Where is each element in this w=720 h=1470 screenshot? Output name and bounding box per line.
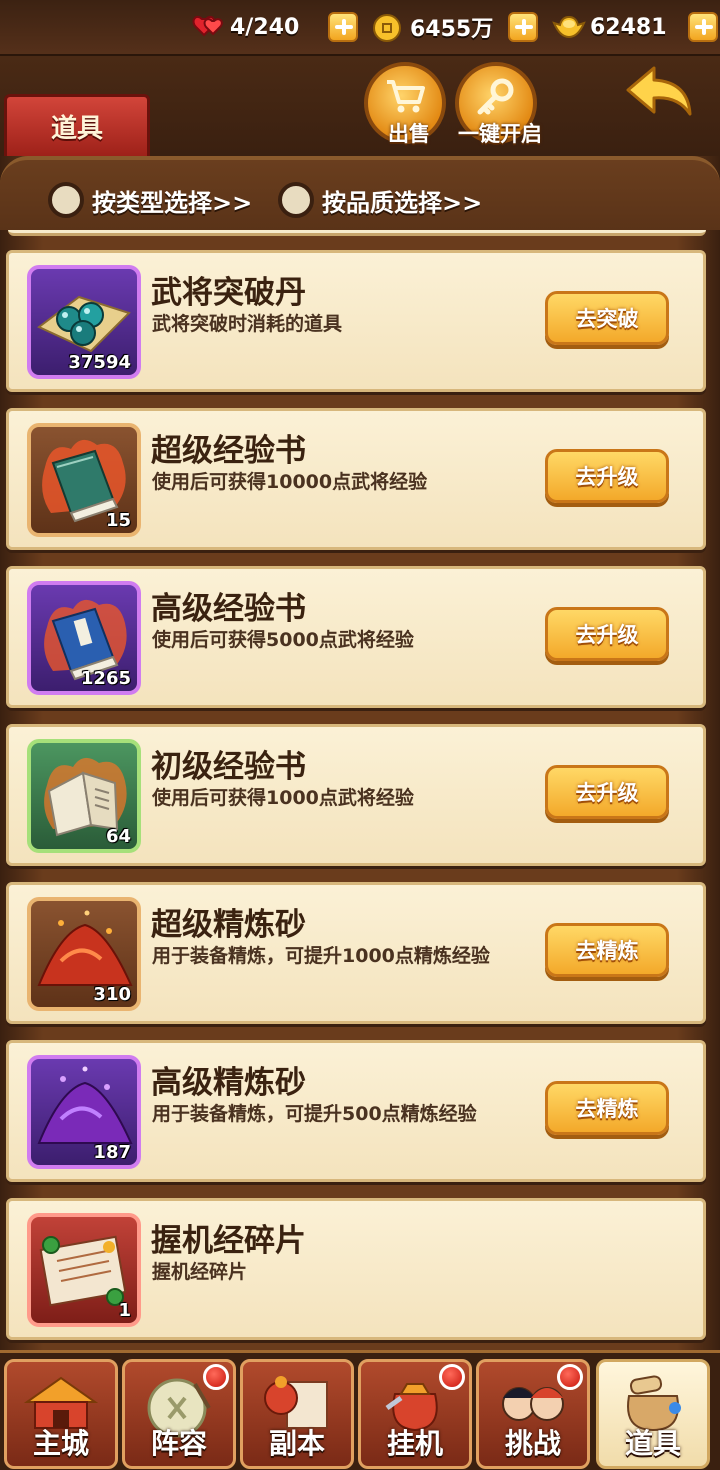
stamina-value: 4/240	[230, 14, 300, 40]
nav-label: 道具	[624, 1427, 681, 1460]
ingot-value: 62481	[590, 14, 667, 40]
nav-tab-challenge[interactable]: 挑战	[476, 1359, 590, 1469]
item-count: 1	[118, 1300, 131, 1321]
coin-value: 6455万	[410, 17, 494, 42]
list-item: 15 超级经验书 使用后可获得10000点武将经验 去升级	[6, 408, 706, 550]
list-item: 187 高级精炼砂 用于装备精炼，可提升500点精炼经验 去精炼	[6, 1040, 706, 1182]
nav-label: 阵容	[150, 1427, 207, 1460]
stamina-resource: 4/240	[192, 10, 299, 44]
item-desc: 武将突破时消耗的道具	[152, 313, 343, 335]
item-icon-frame[interactable]: 310	[27, 897, 141, 1011]
add-stamina-button[interactable]	[328, 12, 358, 42]
coin-icon	[372, 13, 406, 42]
list-item-partial	[8, 230, 706, 236]
item-desc: 使用后可获得1000点武将经验	[152, 787, 414, 809]
filter-by-type[interactable]: 按类型选择>>	[48, 180, 252, 220]
item-icon-frame[interactable]: 1265	[27, 581, 141, 695]
notification-badge	[557, 1364, 583, 1390]
item-name: 武将突破丹	[151, 275, 306, 311]
back-arrow-icon[interactable]	[624, 64, 698, 120]
breakthrough-button[interactable]: 去突破	[545, 291, 669, 345]
open-all-label: 一键开启	[458, 122, 542, 146]
item-desc: 使用后可获得5000点武将经验	[152, 629, 414, 651]
filter-by-quality[interactable]: 按品质选择>>	[278, 180, 482, 220]
item-name: 超级精炼砂	[151, 907, 306, 943]
radio-icon[interactable]	[278, 182, 314, 218]
item-count: 64	[105, 826, 131, 847]
nav-label: 副本	[268, 1427, 325, 1460]
filter-bar: 按类型选择>> 按品质选择>>	[0, 156, 720, 230]
list-item: 64 初级经验书 使用后可获得1000点武将经验 去升级	[6, 724, 706, 866]
add-ingots-button[interactable]	[688, 12, 718, 42]
refine-button[interactable]: 去精炼	[545, 923, 669, 977]
item-count: 187	[93, 1142, 131, 1163]
page-header: 道具 出售 一键开启	[0, 56, 720, 156]
notification-badge	[203, 1364, 229, 1390]
item-count: 37594	[68, 352, 131, 373]
item-icon-frame[interactable]: 1	[27, 1213, 141, 1327]
nav-tab-idle[interactable]: 挂机	[358, 1359, 472, 1469]
item-count: 310	[93, 984, 131, 1005]
action-label: 去精炼	[575, 1097, 639, 1121]
item-name: 高级经验书	[151, 591, 306, 627]
level-up-button[interactable]: 去升级	[545, 449, 669, 503]
item-list[interactable]: 37594 武将突破丹 武将突破时消耗的道具 去突破 15 超级经验书 使用后可…	[0, 230, 720, 1350]
nav-tab-lineup[interactable]: 阵容	[122, 1359, 236, 1469]
page-title-tab: 道具	[4, 94, 150, 156]
action-label: 去升级	[575, 781, 639, 805]
notification-badge	[439, 1364, 465, 1390]
sell-button[interactable]: 出售	[364, 62, 446, 146]
item-name: 超级经验书	[151, 433, 306, 469]
coin-resource: 6455万	[372, 10, 493, 44]
page-title: 道具	[50, 114, 103, 144]
open-all-button[interactable]: 一键开启	[455, 62, 542, 146]
item-icon-frame[interactable]: 37594	[27, 265, 141, 379]
radio-icon[interactable]	[48, 182, 84, 218]
resource-bar: 4/240 6455万 62481	[0, 0, 720, 56]
nav-label: 挑战	[504, 1427, 561, 1460]
list-item: 1 握机经碎片 握机经碎片	[6, 1198, 706, 1340]
item-name: 高级精炼砂	[151, 1065, 306, 1101]
nav-tab-main-city[interactable]: 主城	[4, 1359, 118, 1469]
item-icon-frame[interactable]: 64	[27, 739, 141, 853]
item-desc: 用于装备精炼，可提升1000点精炼经验	[152, 945, 490, 967]
item-desc: 握机经碎片	[152, 1261, 248, 1283]
list-item: 37594 武将突破丹 武将突破时消耗的道具 去突破	[6, 250, 706, 392]
gold-ingot-icon	[552, 13, 586, 41]
filter-by-quality-label: 按品质选择>>	[322, 188, 483, 217]
nav-tab-items[interactable]: 道具	[596, 1359, 710, 1469]
item-desc: 用于装备精炼，可提升500点精炼经验	[152, 1103, 477, 1125]
item-icon-frame[interactable]: 15	[27, 423, 141, 537]
item-icon-frame[interactable]: 187	[27, 1055, 141, 1169]
heart-icon	[192, 13, 226, 41]
item-count: 15	[105, 510, 131, 531]
action-label: 去升级	[575, 623, 639, 647]
nav-tab-dungeon[interactable]: 副本	[240, 1359, 354, 1469]
action-label: 去升级	[575, 465, 639, 489]
nav-label: 主城	[32, 1427, 89, 1460]
item-name: 握机经碎片	[151, 1223, 306, 1259]
level-up-button[interactable]: 去升级	[545, 765, 669, 819]
level-up-button[interactable]: 去升级	[545, 607, 669, 661]
list-item: 1265 高级经验书 使用后可获得5000点武将经验 去升级	[6, 566, 706, 708]
filter-by-type-label: 按类型选择>>	[92, 188, 253, 217]
refine-button[interactable]: 去精炼	[545, 1081, 669, 1135]
item-name: 初级经验书	[151, 749, 306, 785]
item-board: 按类型选择>> 按品质选择>> 37594 武将突破丹 武将突破时消耗的道具 去…	[0, 156, 720, 1350]
item-count: 1265	[80, 668, 131, 689]
action-label: 去精炼	[575, 939, 639, 963]
ingot-resource: 62481	[552, 10, 667, 44]
add-coins-button[interactable]	[508, 12, 538, 42]
action-label: 去突破	[575, 307, 639, 331]
list-item: 310 超级精炼砂 用于装备精炼，可提升1000点精炼经验 去精炼	[6, 882, 706, 1024]
item-desc: 使用后可获得10000点武将经验	[152, 471, 428, 493]
nav-label: 挂机	[386, 1427, 443, 1460]
bottom-nav: 主城 阵容 副本 挂机 挑战 道具	[0, 1350, 720, 1470]
